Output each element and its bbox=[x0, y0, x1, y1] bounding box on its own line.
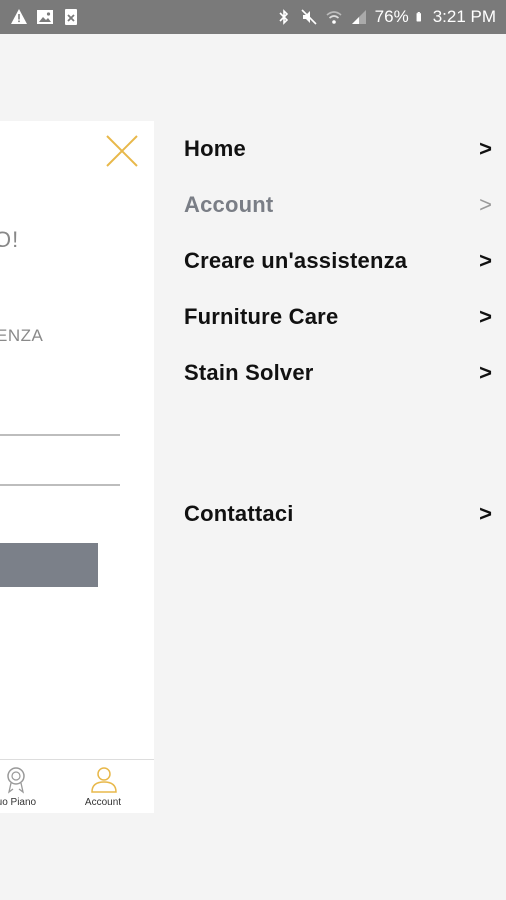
warning-icon bbox=[11, 9, 27, 24]
tab-piano[interactable]: tuo Piano bbox=[0, 760, 50, 813]
battery-icon bbox=[416, 12, 421, 22]
tab-label: Account bbox=[84, 797, 122, 808]
chevron-right-icon: > bbox=[479, 248, 492, 273]
background-page: O! ENZA tuo Piano Account bbox=[0, 121, 154, 813]
status-bar: 76% 3:21 PM bbox=[0, 0, 506, 34]
wifi-icon bbox=[326, 11, 342, 24]
menu-item-create-assistance[interactable]: Creare un'assistenza > bbox=[184, 241, 492, 281]
clock: 3:21 PM bbox=[432, 7, 496, 26]
chevron-right-icon: > bbox=[479, 360, 492, 385]
menu-item-label: Account bbox=[184, 192, 274, 217]
signal-icon bbox=[351, 10, 366, 24]
battery-percent: 76% bbox=[374, 7, 409, 26]
page-heading-fragment: O! bbox=[0, 227, 20, 252]
chevron-right-icon: > bbox=[479, 192, 492, 217]
menu-item-label: Creare un'assistenza bbox=[184, 248, 408, 273]
close-icon[interactable] bbox=[104, 133, 140, 169]
input-underline-1[interactable] bbox=[0, 434, 120, 436]
system-icons: 76% 3:21 PM bbox=[275, 7, 496, 27]
menu-item-account[interactable]: Account > bbox=[184, 185, 492, 225]
menu-item-furniture-care[interactable]: Furniture Care > bbox=[184, 297, 492, 337]
bottom-tab-bar: tuo Piano Account bbox=[0, 759, 154, 813]
menu-item-label: Contattaci bbox=[184, 501, 294, 526]
file-icon bbox=[65, 9, 77, 25]
menu-item-label: Furniture Care bbox=[184, 304, 339, 329]
image-icon bbox=[37, 10, 53, 24]
menu-item-home[interactable]: Home > bbox=[184, 129, 492, 169]
menu-item-contact[interactable]: Contattaci > bbox=[184, 494, 492, 534]
mute-icon bbox=[301, 9, 317, 25]
notification-icons bbox=[10, 8, 80, 26]
menu-item-label: Home bbox=[184, 136, 246, 161]
chevron-right-icon: > bbox=[479, 304, 492, 329]
page-subheading-fragment: ENZA bbox=[0, 326, 44, 345]
tab-account[interactable]: Account bbox=[68, 760, 138, 813]
submit-button[interactable] bbox=[0, 543, 98, 587]
menu-item-label: Stain Solver bbox=[184, 360, 314, 385]
chevron-right-icon: > bbox=[479, 501, 492, 526]
menu-item-stain-solver[interactable]: Stain Solver > bbox=[184, 353, 492, 393]
input-underline-2[interactable] bbox=[0, 484, 120, 486]
bluetooth-icon bbox=[279, 9, 288, 25]
chevron-right-icon: > bbox=[479, 136, 492, 161]
user-icon bbox=[91, 767, 117, 793]
tab-label: tuo Piano bbox=[0, 797, 37, 808]
badge-icon bbox=[7, 767, 25, 794]
